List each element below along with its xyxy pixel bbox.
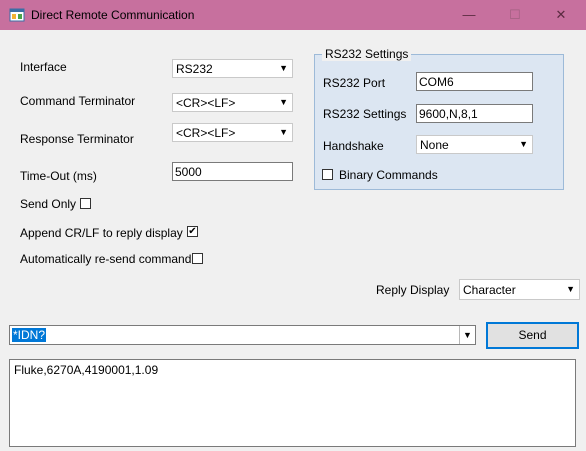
command-terminator-value: <CR><LF> xyxy=(176,96,236,110)
timeout-value: 5000 xyxy=(175,165,202,179)
minimize-button[interactable]: — xyxy=(446,0,492,30)
command-combo[interactable]: *IDN? ▼ xyxy=(9,325,476,345)
rs232-port-value: COM6 xyxy=(419,75,454,89)
handshake-label: Handshake xyxy=(323,139,384,153)
minimize-icon: — xyxy=(462,7,476,22)
rs232-settings-input[interactable]: 9600,N,8,1 xyxy=(416,104,533,123)
title-bar[interactable]: Direct Remote Communication — ☐ ✕ xyxy=(0,0,586,30)
reply-text: Fluke,6270A,4190001,1.09 xyxy=(14,363,159,377)
send-button[interactable]: Send xyxy=(486,322,579,349)
response-terminator-select[interactable]: <CR><LF> ▼ xyxy=(172,123,293,142)
chevron-down-icon: ▼ xyxy=(566,284,575,294)
reply-display-label: Reply Display xyxy=(376,283,450,297)
handshake-select[interactable]: None ▼ xyxy=(416,135,533,154)
rs232-port-input[interactable]: COM6 xyxy=(416,72,533,91)
close-button[interactable]: ✕ xyxy=(538,0,584,30)
close-icon: ✕ xyxy=(555,7,567,22)
chevron-down-icon: ▼ xyxy=(279,97,288,107)
interface-select[interactable]: RS232 ▼ xyxy=(172,59,293,78)
command-terminator-select[interactable]: <CR><LF> ▼ xyxy=(172,93,293,112)
append-crlf-label: Append CR/LF to reply display xyxy=(20,226,183,240)
maximize-button[interactable]: ☐ xyxy=(492,0,538,30)
auto-resend-label: Automatically re-send command xyxy=(20,252,192,266)
window: Direct Remote Communication — ☐ ✕ Interf… xyxy=(0,0,586,451)
window-title: Direct Remote Communication xyxy=(31,8,195,22)
client-area: Interface RS232 ▼ Command Terminator <CR… xyxy=(0,30,586,451)
append-crlf-checkbox[interactable]: ✔ xyxy=(187,226,198,237)
handshake-value: None xyxy=(420,138,449,152)
checkmark-icon: ✔ xyxy=(188,226,197,237)
chevron-down-icon[interactable]: ▼ xyxy=(459,326,475,344)
timeout-label: Time-Out (ms) xyxy=(20,169,97,183)
binary-commands-label: Binary Commands xyxy=(339,168,438,182)
timeout-input[interactable]: 5000 xyxy=(172,162,293,181)
response-terminator-label: Response Terminator xyxy=(20,132,134,146)
interface-label: Interface xyxy=(20,60,67,74)
send-only-label: Send Only xyxy=(20,197,77,211)
auto-resend-checkbox[interactable] xyxy=(192,253,203,264)
command-input-value[interactable]: *IDN? xyxy=(12,328,47,342)
maximize-icon: ☐ xyxy=(509,7,521,22)
reply-display-value: Character xyxy=(463,283,516,297)
command-terminator-label: Command Terminator xyxy=(20,94,136,108)
reply-display-box[interactable]: Fluke,6270A,4190001,1.09 xyxy=(9,359,576,447)
chevron-down-icon: ▼ xyxy=(519,139,528,149)
app-window-icon xyxy=(9,8,25,22)
interface-value: RS232 xyxy=(176,62,213,76)
chevron-down-icon: ▼ xyxy=(279,63,288,73)
rs232-settings-value: 9600,N,8,1 xyxy=(419,107,478,121)
rs232-port-label: RS232 Port xyxy=(323,76,386,90)
binary-commands-checkbox[interactable] xyxy=(322,169,333,180)
send-only-checkbox[interactable] xyxy=(80,198,91,209)
chevron-down-icon: ▼ xyxy=(279,127,288,137)
rs232-group-title: RS232 Settings xyxy=(322,47,412,61)
rs232-settings-label: RS232 Settings xyxy=(323,107,407,121)
response-terminator-value: <CR><LF> xyxy=(176,126,236,140)
reply-display-select[interactable]: Character ▼ xyxy=(459,279,580,300)
